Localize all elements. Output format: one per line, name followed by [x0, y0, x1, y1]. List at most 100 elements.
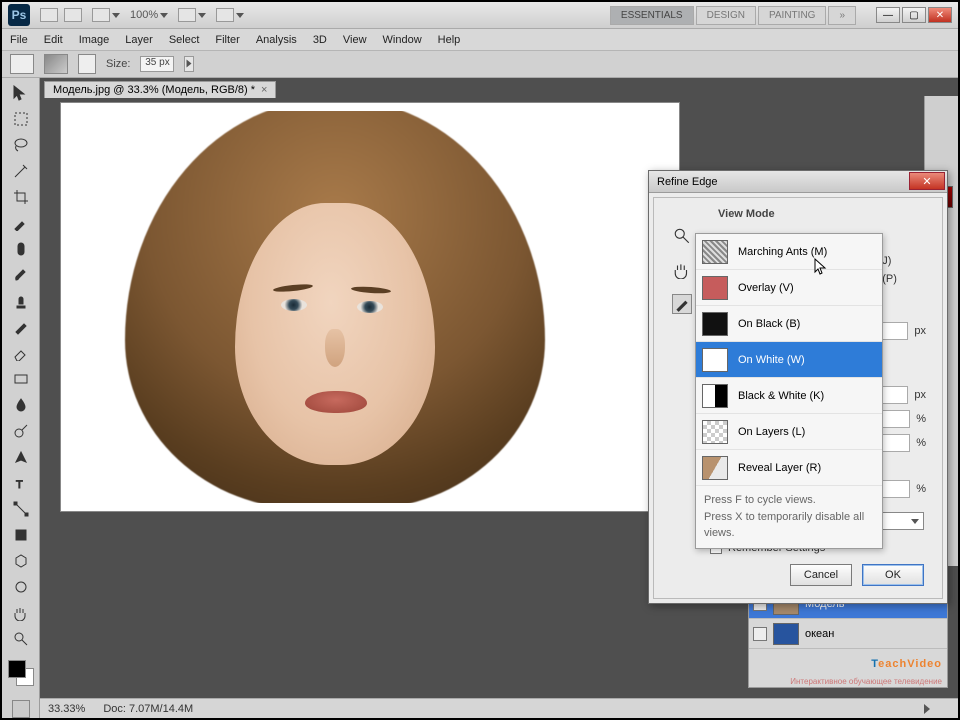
extras-dropdown[interactable] — [216, 8, 244, 22]
zoom-tool-dlg-icon[interactable] — [672, 226, 692, 246]
menu-view[interactable]: View — [343, 34, 367, 46]
type-tool-icon[interactable]: T — [10, 472, 32, 494]
zoom-tool-icon[interactable] — [10, 628, 32, 650]
layer-row-ocean[interactable]: океан — [749, 619, 947, 649]
menu-layer[interactable]: Layer — [125, 34, 153, 46]
lasso-tool-icon[interactable] — [10, 134, 32, 156]
brush-alt-icon[interactable] — [78, 54, 96, 74]
wand-tool-icon[interactable] — [10, 160, 32, 182]
ok-button[interactable]: OK — [862, 564, 924, 586]
menubar: File Edit Image Layer Select Filter Anal… — [2, 29, 958, 50]
titlebar: Ps 100% ESSENTIALS DESIGN PAINTING » — ▢… — [2, 2, 958, 29]
dropdown-help: Press F to cycle views. Press X to tempo… — [696, 486, 882, 548]
app-root: Ps 100% ESSENTIALS DESIGN PAINTING » — ▢… — [2, 2, 958, 718]
dropdown-item-reveal[interactable]: Reveal Layer (R) — [696, 450, 882, 486]
zoom-value: 100% — [130, 9, 158, 21]
menu-image[interactable]: Image — [79, 34, 110, 46]
menu-file[interactable]: File — [10, 34, 28, 46]
document-tab[interactable]: Модель.jpg @ 33.3% (Модель, RGB/8) * × — [44, 81, 276, 98]
close-tab-icon[interactable]: × — [261, 84, 267, 96]
shape-tool-icon[interactable] — [10, 524, 32, 546]
workspace-tab-painting[interactable]: PAINTING — [758, 6, 826, 25]
screen-mode-dropdown[interactable] — [92, 8, 120, 22]
size-caret-icon[interactable] — [184, 56, 194, 72]
mini-bridge-icon[interactable] — [64, 8, 82, 22]
marquee-tool-icon[interactable] — [10, 108, 32, 130]
help-line-1: Press F to cycle views. — [704, 492, 874, 509]
dodge-tool-icon[interactable] — [10, 420, 32, 442]
dropdown-item-on-white[interactable]: On White (W) — [696, 342, 882, 378]
workspace-tab-design[interactable]: DESIGN — [696, 6, 756, 25]
dialog-title: Refine Edge — [657, 176, 718, 188]
dropdown-label: On Black (B) — [738, 318, 800, 330]
dropdown-item-bw[interactable]: Black & White (K) — [696, 378, 882, 414]
help-line-2: Press X to temporarily disable all views… — [704, 509, 874, 542]
pen-tool-icon[interactable] — [10, 446, 32, 468]
bridge-icon[interactable] — [40, 8, 58, 22]
overlay-thumb — [702, 276, 728, 300]
hand-tool-dlg-icon[interactable] — [672, 260, 692, 280]
menu-help[interactable]: Help — [438, 34, 461, 46]
tool-preset-icon[interactable] — [10, 54, 34, 74]
dropdown-item-on-black[interactable]: On Black (B) — [696, 306, 882, 342]
size-input[interactable]: 35 px — [140, 56, 174, 72]
menu-3d[interactable]: 3D — [313, 34, 327, 46]
quickmask-icon[interactable] — [12, 700, 30, 718]
eyedropper-tool-icon[interactable] — [10, 212, 32, 234]
move-tool-icon[interactable] — [10, 82, 32, 104]
menu-select[interactable]: Select — [169, 34, 200, 46]
eraser-tool-icon[interactable] — [10, 342, 32, 364]
statusbar: 33.33% Doc: 7.07M/14.4M — [40, 698, 958, 718]
menu-edit[interactable]: Edit — [44, 34, 63, 46]
close-button[interactable]: ✕ — [928, 7, 952, 23]
heal-tool-icon[interactable] — [10, 238, 32, 260]
brush-icon[interactable] — [44, 54, 68, 74]
workspace-tabs: ESSENTIALS DESIGN PAINTING » — [610, 6, 856, 25]
cancel-button[interactable]: Cancel — [790, 564, 852, 586]
3d-tool-icon[interactable] — [10, 550, 32, 572]
toolbox: T — [2, 78, 40, 718]
status-zoom[interactable]: 33.33% — [48, 703, 85, 715]
dropdown-label: Overlay (V) — [738, 282, 794, 294]
crop-tool-icon[interactable] — [10, 186, 32, 208]
app-logo: Ps — [8, 4, 30, 26]
stamp-tool-icon[interactable] — [10, 290, 32, 312]
menu-window[interactable]: Window — [383, 34, 422, 46]
blur-tool-icon[interactable] — [10, 394, 32, 416]
3d-camera-icon[interactable] — [10, 576, 32, 598]
menu-analysis[interactable]: Analysis — [256, 34, 297, 46]
dropdown-item-overlay[interactable]: Overlay (V) — [696, 270, 882, 306]
watermark-sub: Интерактивное обучающее телевидение — [790, 677, 942, 686]
maximize-button[interactable]: ▢ — [902, 7, 926, 23]
bw-thumb — [702, 384, 728, 408]
on-white-thumb — [702, 348, 728, 372]
hand-tool-icon[interactable] — [10, 602, 32, 624]
path-tool-icon[interactable] — [10, 498, 32, 520]
gradient-tool-icon[interactable] — [10, 368, 32, 390]
menu-filter[interactable]: Filter — [215, 34, 239, 46]
dropdown-item-on-layers[interactable]: On Layers (L) — [696, 414, 882, 450]
visibility-icon[interactable] — [753, 627, 767, 641]
view-mode-label: View Mode — [718, 208, 932, 220]
minimize-button[interactable]: — — [876, 7, 900, 23]
dialog-titlebar[interactable]: Refine Edge ✕ — [649, 171, 947, 193]
unit-pct: % — [916, 483, 926, 495]
brush-tool-icon[interactable] — [10, 264, 32, 286]
status-flyout-icon[interactable] — [924, 704, 930, 714]
workspace-tab-more[interactable]: » — [828, 6, 856, 25]
arrange-docs-dropdown[interactable] — [178, 8, 206, 22]
dialog-close-button[interactable]: ✕ — [909, 172, 945, 190]
history-brush-icon[interactable] — [10, 316, 32, 338]
zoom-combo[interactable]: 100% — [130, 9, 168, 21]
marching-ants-thumb — [702, 240, 728, 264]
dropdown-item-marching-ants[interactable]: Marching Ants (M) — [696, 234, 882, 270]
dropdown-label: On Layers (L) — [738, 426, 805, 438]
unit-px: px — [914, 389, 926, 401]
refine-radius-tool-icon[interactable] — [672, 294, 692, 314]
canvas[interactable] — [60, 102, 680, 512]
on-layers-thumb — [702, 420, 728, 444]
workspace-tab-essentials[interactable]: ESSENTIALS — [610, 6, 694, 25]
unit-pct: % — [916, 437, 926, 449]
color-swatches[interactable] — [8, 660, 34, 686]
refine-edge-dialog: Refine Edge ✕ View Mode View: — [648, 170, 948, 604]
